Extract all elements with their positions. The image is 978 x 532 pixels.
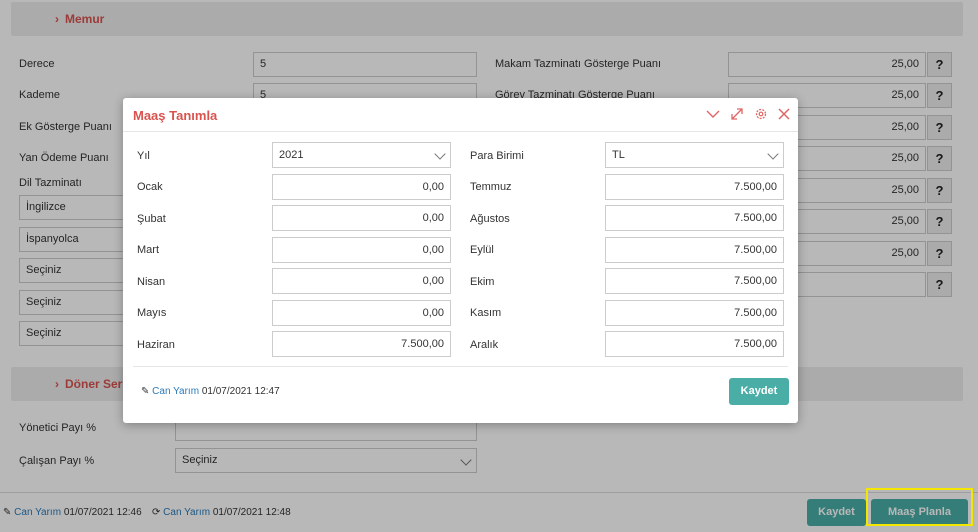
collapse-icon[interactable] bbox=[705, 107, 721, 123]
chevron-down-icon bbox=[767, 148, 779, 160]
month-input[interactable]: 0,00 bbox=[272, 268, 451, 294]
modal-footer-date: 01/07/2021 12:47 bbox=[201, 386, 280, 397]
yil-label: Yıl bbox=[137, 150, 150, 162]
yil-value: 2021 bbox=[279, 149, 304, 161]
month-label: Ağustos bbox=[470, 213, 510, 225]
pencil-icon: ✎ bbox=[141, 386, 150, 397]
expand-icon[interactable] bbox=[729, 107, 745, 123]
month-input[interactable]: 0,00 bbox=[272, 174, 451, 200]
month-input[interactable]: 7.500,00 bbox=[605, 205, 784, 231]
month-input[interactable]: 0,00 bbox=[272, 205, 451, 231]
modal-save-button[interactable]: Kaydet bbox=[729, 378, 789, 405]
gear-icon[interactable] bbox=[753, 107, 769, 123]
month-label: Mart bbox=[137, 244, 159, 256]
month-input[interactable]: 7.500,00 bbox=[605, 237, 784, 263]
month-label: Haziran bbox=[137, 339, 175, 351]
month-input[interactable]: 7.500,00 bbox=[272, 331, 451, 357]
month-input[interactable]: 7.500,00 bbox=[605, 268, 784, 294]
month-input[interactable]: 0,00 bbox=[272, 237, 451, 263]
modal-footer-user-link[interactable]: Can Yarım bbox=[152, 386, 199, 397]
month-label: Eylül bbox=[470, 244, 494, 256]
month-label: Kasım bbox=[470, 307, 502, 319]
modal-header: Maaş Tanımla bbox=[123, 98, 798, 132]
month-label: Temmuz bbox=[470, 181, 512, 193]
month-label: Ekim bbox=[470, 276, 495, 288]
highlight-box bbox=[866, 488, 973, 526]
close-icon[interactable] bbox=[776, 107, 792, 123]
month-label: Mayıs bbox=[137, 307, 167, 319]
modal-footer-info: ✎ Can Yarım 01/07/2021 12:47 bbox=[141, 386, 280, 397]
yil-select[interactable]: 2021 bbox=[272, 142, 451, 168]
month-input[interactable]: 7.500,00 bbox=[605, 174, 784, 200]
month-input[interactable]: 7.500,00 bbox=[605, 331, 784, 357]
month-label: Ocak bbox=[137, 181, 163, 193]
maas-tanimla-modal: Maaş Tanımla Yıl 2021 Para Birimi TL Oca… bbox=[123, 98, 798, 423]
chevron-down-icon bbox=[434, 148, 446, 160]
month-label: Aralık bbox=[470, 339, 499, 351]
para-birimi-select[interactable]: TL bbox=[605, 142, 784, 168]
month-input[interactable]: 7.500,00 bbox=[605, 300, 784, 326]
month-label: Nisan bbox=[137, 276, 166, 288]
para-birimi-label: Para Birimi bbox=[470, 150, 524, 162]
modal-divider bbox=[133, 366, 788, 367]
month-input[interactable]: 0,00 bbox=[272, 300, 451, 326]
month-label: Şubat bbox=[137, 213, 166, 225]
para-birimi-value: TL bbox=[612, 149, 625, 161]
modal-title: Maaş Tanımla bbox=[133, 108, 218, 123]
